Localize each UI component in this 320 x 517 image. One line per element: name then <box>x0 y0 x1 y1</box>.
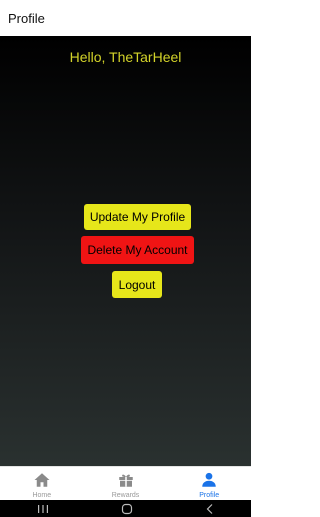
tab-home[interactable]: Home <box>0 467 84 500</box>
back-icon[interactable] <box>205 503 215 515</box>
tab-profile-label: Profile <box>199 492 220 499</box>
person-icon <box>202 472 216 487</box>
system-navigation-bar <box>0 500 251 517</box>
logout-button[interactable]: Logout <box>112 271 162 298</box>
app-header: Profile <box>0 0 251 36</box>
home-button-icon[interactable] <box>121 503 133 515</box>
home-icon <box>34 473 50 487</box>
recent-apps-icon[interactable] <box>36 504 50 514</box>
tab-home-label: Home <box>32 492 52 499</box>
tab-rewards[interactable]: Rewards <box>84 467 168 500</box>
bottom-tab-bar: Home Rewards Profile <box>0 466 251 500</box>
greeting-text: Hello, TheTarHeel <box>69 49 182 65</box>
gift-icon <box>118 474 133 487</box>
profile-screen: Hello, TheTarHeel Update My Profile Dele… <box>0 36 251 466</box>
update-profile-button[interactable]: Update My Profile <box>84 204 191 230</box>
tab-rewards-label: Rewards <box>111 492 140 499</box>
delete-account-button[interactable]: Delete My Account <box>81 236 194 264</box>
tab-profile[interactable]: Profile <box>167 467 251 500</box>
page-title: Profile <box>8 10 45 26</box>
